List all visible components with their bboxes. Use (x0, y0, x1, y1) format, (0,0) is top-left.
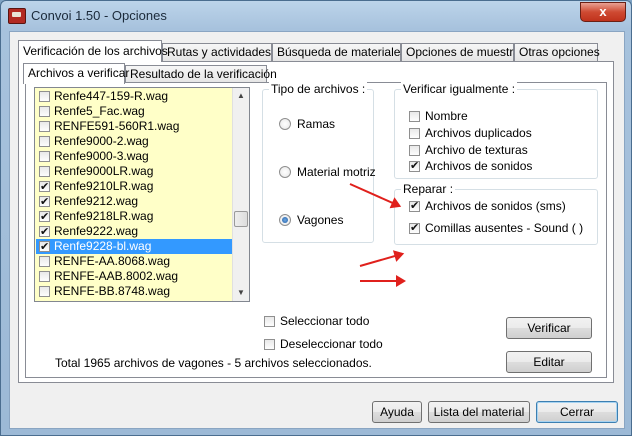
checkbox-comillas[interactable] (409, 221, 420, 234)
subtab-resultado[interactable]: Resultado de la verificación (125, 65, 277, 83)
file-checkbox[interactable] (39, 136, 50, 147)
file-list-item[interactable]: Renfe9210LR.wag (36, 179, 232, 194)
tipo-archivos-group: Tipo de archivos : Ramas Material motriz… (262, 82, 376, 243)
file-list-item[interactable]: RENFE-BB.8748.wag (36, 284, 232, 299)
file-list-item[interactable]: Renfe9000-3.wag (36, 149, 232, 164)
file-checkbox[interactable] (39, 151, 50, 162)
file-name: Renfe9210LR.wag (54, 179, 154, 193)
file-name: Renfe9000LR.wag (54, 164, 154, 178)
verificacion-panel: Archivos a verificar Resultado de la ver… (18, 61, 614, 383)
file-name: Renfe5_Fac.wag (54, 104, 145, 118)
file-checkbox[interactable] (39, 286, 50, 297)
checkbox-sonidos-label: Archivos de sonidos (425, 159, 533, 173)
subtab-archivos[interactable]: Archivos a verificar (23, 63, 129, 84)
dialog-body: Verificación de los archivos Rutas y act… (9, 31, 625, 429)
list-scrollbar[interactable]: ▲ ▼ (232, 88, 249, 301)
file-name: RENFE-AAB.8002.wag (54, 269, 179, 283)
reparar-group: Reparar : Archivos de sonidos (sms) Comi… (394, 182, 598, 245)
close-button[interactable]: x (580, 2, 626, 22)
file-name: RENFE-BB.8748.wag (54, 284, 171, 298)
checkbox-texturas[interactable] (409, 145, 420, 156)
file-checkbox[interactable] (39, 239, 50, 254)
file-checkbox[interactable] (39, 256, 50, 267)
archivos-panel: RENFE-BB.8748.wag RENFE-AAB.8002.wag RENFE… (25, 82, 607, 378)
tab-verificacion[interactable]: Verificación de los archivos (18, 40, 168, 62)
ayuda-button[interactable]: Ayuda (372, 401, 422, 423)
checkbox-seleccionar-todo[interactable] (264, 316, 275, 327)
tab-busqueda[interactable]: Búsqueda de materiales (272, 43, 406, 61)
verificar-group: Verificar igualmente : Nombre Archivos d… (394, 82, 598, 179)
checkbox-sonidos-sms-label: Archivos de sonidos (sms) (425, 199, 566, 213)
file-list-item[interactable]: Renfe5_Fac.wag (36, 104, 232, 119)
file-checkbox[interactable] (39, 209, 50, 224)
radio-ramas-label: Ramas (297, 117, 336, 131)
file-list-item[interactable]: Renfe447-159-R.wag (36, 89, 232, 104)
file-list-item[interactable]: Renfe9000LR.wag (36, 164, 232, 179)
file-name: Renfe9000-2.wag (54, 134, 149, 148)
tab-opciones-muestra[interactable]: Opciones de muestra (401, 43, 520, 61)
checkbox-duplicados[interactable] (409, 128, 420, 139)
checkbox-sonidos[interactable] (409, 159, 420, 172)
file-list-item[interactable]: RENFE591-560R1.wag (36, 119, 232, 134)
cerrar-button[interactable]: Cerrar (536, 401, 618, 423)
file-name: Renfe9222.wag (54, 224, 139, 238)
window-title: Convoi 1.50 - Opciones (31, 8, 167, 23)
file-checkbox[interactable] (39, 91, 50, 102)
verificar-title: Verificar igualmente : (401, 82, 518, 96)
app-icon (8, 8, 26, 24)
checkbox-comillas-label: Comillas ausentes - Sound ( ) (425, 221, 584, 235)
file-list-item[interactable]: Renfe9222.wag (36, 224, 232, 239)
options-window: Convoi 1.50 - Opciones x Verificación de… (0, 0, 632, 436)
reparar-title: Reparar : (401, 182, 456, 196)
file-name: RENFE591-560R1.wag (54, 119, 180, 133)
file-checkbox[interactable] (39, 271, 50, 282)
file-name: Renfe9000-3.wag (54, 149, 149, 163)
tab-rutas[interactable]: Rutas y actividades (162, 43, 272, 61)
file-list-item[interactable]: Renfe9228-bl.wag (36, 239, 232, 254)
radio-material-motriz[interactable] (279, 166, 291, 178)
file-name: Renfe9218LR.wag (54, 209, 154, 223)
lista-material-button[interactable]: Lista del material (428, 401, 530, 423)
file-checkbox[interactable] (39, 106, 50, 117)
file-checkbox[interactable] (39, 121, 50, 132)
file-list-item[interactable]: Renfe9218LR.wag (36, 209, 232, 224)
red-arrow-comillas (360, 275, 406, 287)
checkbox-sonidos-sms[interactable] (409, 199, 420, 212)
file-name: RENFE-AA.8068.wag (54, 254, 171, 268)
radio-vagones[interactable] (279, 214, 291, 226)
checkbox-deseleccionar-todo[interactable] (264, 339, 275, 350)
status-text: Total 1965 archivos de vagones - 5 archi… (55, 356, 372, 370)
radio-ramas[interactable] (279, 118, 291, 130)
deseleccionar-todo-label: Deseleccionar todo (280, 337, 383, 351)
title-bar[interactable]: Convoi 1.50 - Opciones x (1, 1, 631, 31)
file-name: Renfe9212.wag (54, 194, 139, 208)
tipo-archivos-title: Tipo de archivos : (269, 82, 368, 96)
verificar-button[interactable]: Verificar (506, 317, 592, 339)
file-checkbox[interactable] (39, 224, 50, 239)
checkbox-nombre-label: Nombre (425, 109, 468, 123)
scroll-thumb[interactable] (234, 211, 248, 227)
file-name: Renfe447-159-R.wag (54, 89, 169, 103)
checkbox-texturas-label: Archivo de texturas (425, 143, 528, 157)
red-arrow-sms (359, 252, 403, 267)
file-checkbox[interactable] (39, 179, 50, 194)
tab-otras-opciones[interactable]: Otras opciones (514, 43, 600, 61)
file-list-item[interactable]: RENFE-AAB.8002.wag (36, 269, 232, 284)
seleccionar-todo-label: Seleccionar todo (280, 314, 370, 328)
editar-button[interactable]: Editar (506, 351, 592, 373)
checkbox-nombre[interactable] (409, 111, 420, 122)
file-checkbox[interactable] (39, 194, 50, 209)
file-name: Renfe9228-bl.wag (54, 239, 152, 253)
scroll-up-icon[interactable]: ▲ (233, 88, 249, 104)
file-checkbox[interactable] (39, 166, 50, 177)
file-list-item[interactable]: Renfe9000-2.wag (36, 134, 232, 149)
file-list-item[interactable]: RENFE-AA.8068.wag (36, 254, 232, 269)
file-list-item[interactable]: Renfe9212.wag (36, 194, 232, 209)
scroll-down-icon[interactable]: ▼ (233, 285, 249, 301)
radio-material-motriz-label: Material motriz (297, 165, 376, 179)
checkbox-duplicados-label: Archivos duplicados (425, 126, 532, 140)
radio-vagones-label: Vagones (297, 213, 344, 227)
file-list[interactable]: RENFE-BB.8748.wag RENFE-AAB.8002.wag RENFE… (34, 87, 250, 302)
